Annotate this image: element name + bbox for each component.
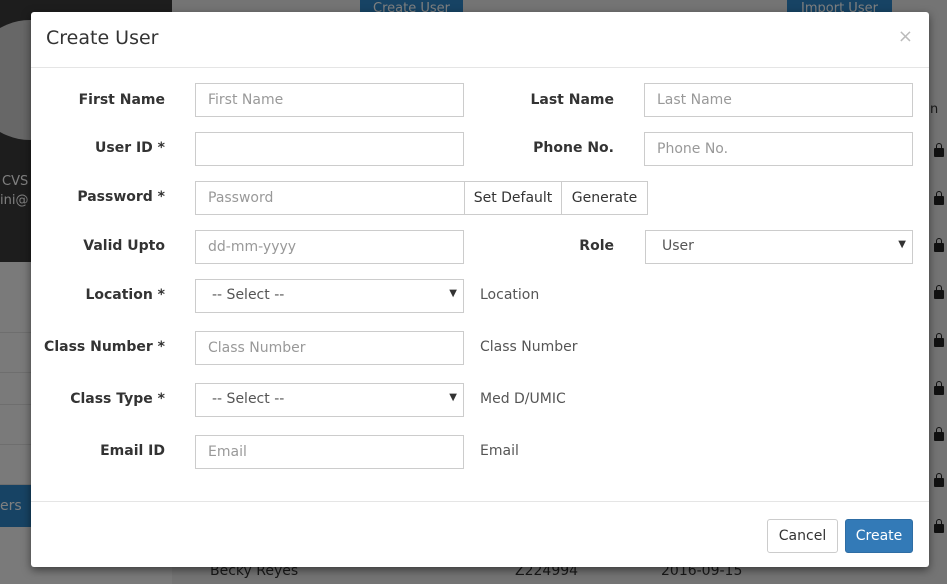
create-button[interactable]: Create xyxy=(845,519,913,553)
set-default-button[interactable]: Set Default xyxy=(464,181,562,215)
role-select[interactable]: User ▼ xyxy=(645,230,913,264)
class-type-select-value: -- Select -- xyxy=(212,391,285,407)
first-name-label: First Name xyxy=(78,92,165,108)
password-input[interactable] xyxy=(195,181,465,215)
password-label: Password * xyxy=(77,189,165,205)
role-select-value: User xyxy=(662,238,694,254)
email-label: Email ID xyxy=(100,443,165,459)
class-number-label: Class Number * xyxy=(44,339,165,355)
generate-button[interactable]: Generate xyxy=(561,181,648,215)
location-select[interactable]: -- Select -- ▼ xyxy=(195,279,464,313)
caret-down-icon: ▼ xyxy=(449,392,457,403)
role-label: Role xyxy=(579,238,614,254)
phone-input[interactable] xyxy=(644,132,913,166)
modal-title: Create User xyxy=(46,27,159,49)
class-type-select[interactable]: -- Select -- ▼ xyxy=(195,383,464,417)
caret-down-icon: ▼ xyxy=(449,288,457,299)
valid-upto-label: Valid Upto xyxy=(83,238,165,254)
class-type-label: Class Type * xyxy=(70,391,165,407)
cancel-button[interactable]: Cancel xyxy=(767,519,838,553)
create-user-dialog: Create User × First Name Last Name User … xyxy=(31,12,929,567)
email-hint: Email xyxy=(480,443,519,459)
modal-header: Create User × xyxy=(31,12,929,68)
modal-footer: Cancel Create xyxy=(31,501,929,568)
first-name-input[interactable] xyxy=(195,83,464,117)
location-select-value: -- Select -- xyxy=(212,287,285,303)
user-id-label: User ID * xyxy=(95,140,165,156)
class-type-hint: Med D/UMIC xyxy=(480,391,566,407)
location-hint: Location xyxy=(480,287,540,303)
last-name-label: Last Name xyxy=(530,92,614,108)
close-icon[interactable]: × xyxy=(898,26,913,47)
user-id-input[interactable] xyxy=(195,132,464,166)
caret-down-icon: ▼ xyxy=(898,239,906,250)
email-input[interactable] xyxy=(195,435,464,469)
class-number-hint: Class Number xyxy=(480,339,578,355)
location-label: Location * xyxy=(85,287,165,303)
class-number-input[interactable] xyxy=(195,331,464,365)
last-name-input[interactable] xyxy=(644,83,913,117)
valid-upto-input[interactable] xyxy=(195,230,464,264)
phone-label: Phone No. xyxy=(533,140,614,156)
